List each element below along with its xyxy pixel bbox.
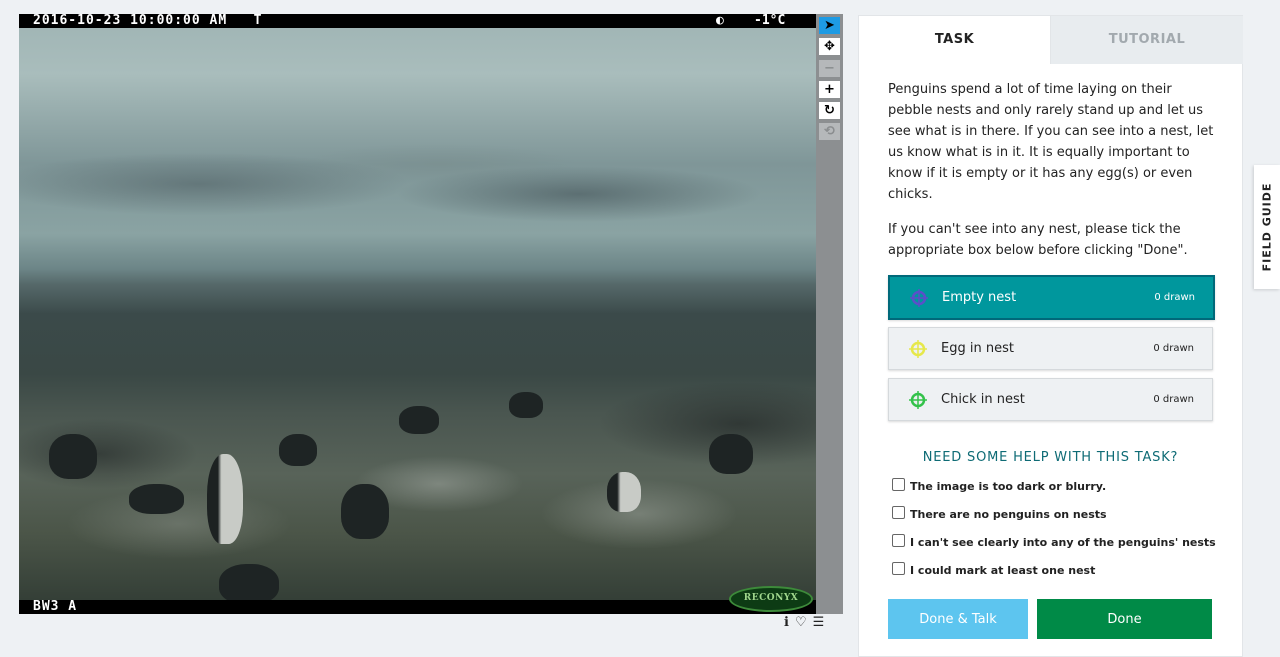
timestamp: 2016-10-23 10:00:00 AM T — [33, 14, 263, 28]
task-instructions: Penguins spend a lot of time laying on t… — [888, 79, 1218, 275]
tool-empty-nest[interactable]: Empty nest 0 drawn — [888, 275, 1215, 320]
field-guide-label: FIELD GUIDE — [1260, 182, 1274, 272]
moon-phase-icon: ◐ — [716, 14, 724, 28]
choice-label: Chick in nest — [941, 392, 1025, 407]
image-actions: ℹ ♡ ☰ — [784, 614, 844, 632]
instructions-paragraph: If you can't see into any nest, please t… — [888, 222, 1188, 258]
tab-task[interactable]: TASK — [859, 16, 1050, 64]
penguin — [49, 434, 97, 479]
penguin — [129, 484, 184, 514]
subject-image[interactable]: 2016-10-23 10:00:00 AM T ◐ -1°C BW3 A RE… — [19, 14, 816, 614]
field-guide-tab[interactable]: FIELD GUIDE — [1254, 165, 1280, 289]
checkbox[interactable] — [892, 534, 905, 547]
task-panel: TASK TUTORIAL Penguins spend a lot of ti… — [858, 15, 1243, 657]
choice-label: Egg in nest — [941, 341, 1014, 356]
checkbox-no-penguins[interactable]: There are no penguins on nests — [892, 506, 1107, 522]
help-heading[interactable]: NEED SOME HELP WITH THIS TASK? — [859, 450, 1242, 465]
checkbox[interactable] — [892, 506, 905, 519]
rotate-icon[interactable]: ↻ — [819, 102, 840, 119]
checkbox-marked-one[interactable]: I could mark at least one nest — [892, 562, 1095, 578]
camera-id: BW3 A — [33, 599, 78, 614]
pointer-icon[interactable]: ➤ — [819, 17, 840, 34]
list-icon[interactable]: ☰ — [813, 614, 825, 632]
crosshair-icon — [909, 391, 927, 409]
choice-label: Empty nest — [942, 290, 1017, 305]
zoom-out-icon[interactable]: − — [819, 60, 840, 77]
done-and-talk-button[interactable]: Done & Talk — [888, 599, 1028, 639]
penguin — [399, 406, 439, 434]
camera-info-bar: 2016-10-23 10:00:00 AM T ◐ -1°C — [19, 14, 816, 28]
checkbox-too-dark[interactable]: The image is too dark or blurry. — [892, 478, 1106, 494]
penguin — [279, 434, 317, 466]
temperature: -1°C — [754, 14, 786, 28]
task-tabs: TASK TUTORIAL — [859, 16, 1243, 64]
instructions-paragraph: Penguins spend a lot of time laying on t… — [888, 82, 1214, 202]
done-button[interactable]: Done — [1037, 599, 1212, 639]
move-icon[interactable]: ✥ — [819, 38, 840, 55]
crosshair-icon — [910, 289, 928, 307]
reconyx-logo: RECONYX — [729, 586, 813, 612]
checkbox-label: I can't see clearly into any of the peng… — [910, 536, 1216, 549]
penguin — [219, 564, 279, 604]
crosshair-icon — [909, 340, 927, 358]
tool-chick-in-nest[interactable]: Chick in nest 0 drawn — [888, 378, 1213, 421]
checkbox-label: The image is too dark or blurry. — [910, 480, 1107, 493]
checkbox-label: There are no penguins on nests — [910, 508, 1107, 521]
penguin — [607, 472, 641, 512]
checkbox-cant-see-nests[interactable]: I can't see clearly into any of the peng… — [892, 534, 1216, 550]
penguin — [709, 434, 753, 474]
checkbox[interactable] — [892, 562, 905, 575]
penguin — [341, 484, 389, 539]
checkbox-label: I could mark at least one nest — [910, 564, 1096, 577]
tab-tutorial[interactable]: TUTORIAL — [1050, 16, 1243, 64]
image-toolbar: ➤ ✥ − + ↻ ⟲ — [816, 14, 843, 614]
reset-icon[interactable]: ⟲ — [819, 123, 840, 140]
drawn-count: 0 drawn — [1154, 292, 1195, 303]
info-icon[interactable]: ℹ — [784, 614, 789, 632]
heart-icon[interactable]: ♡ — [795, 614, 807, 632]
penguin — [207, 454, 243, 544]
camera-id-bar: BW3 A — [19, 600, 816, 614]
drawn-count: 0 drawn — [1153, 343, 1194, 354]
checkbox[interactable] — [892, 478, 905, 491]
zoom-in-icon[interactable]: + — [819, 81, 840, 98]
tool-egg-in-nest[interactable]: Egg in nest 0 drawn — [888, 327, 1213, 370]
penguin — [509, 392, 543, 418]
drawn-count: 0 drawn — [1153, 394, 1194, 405]
